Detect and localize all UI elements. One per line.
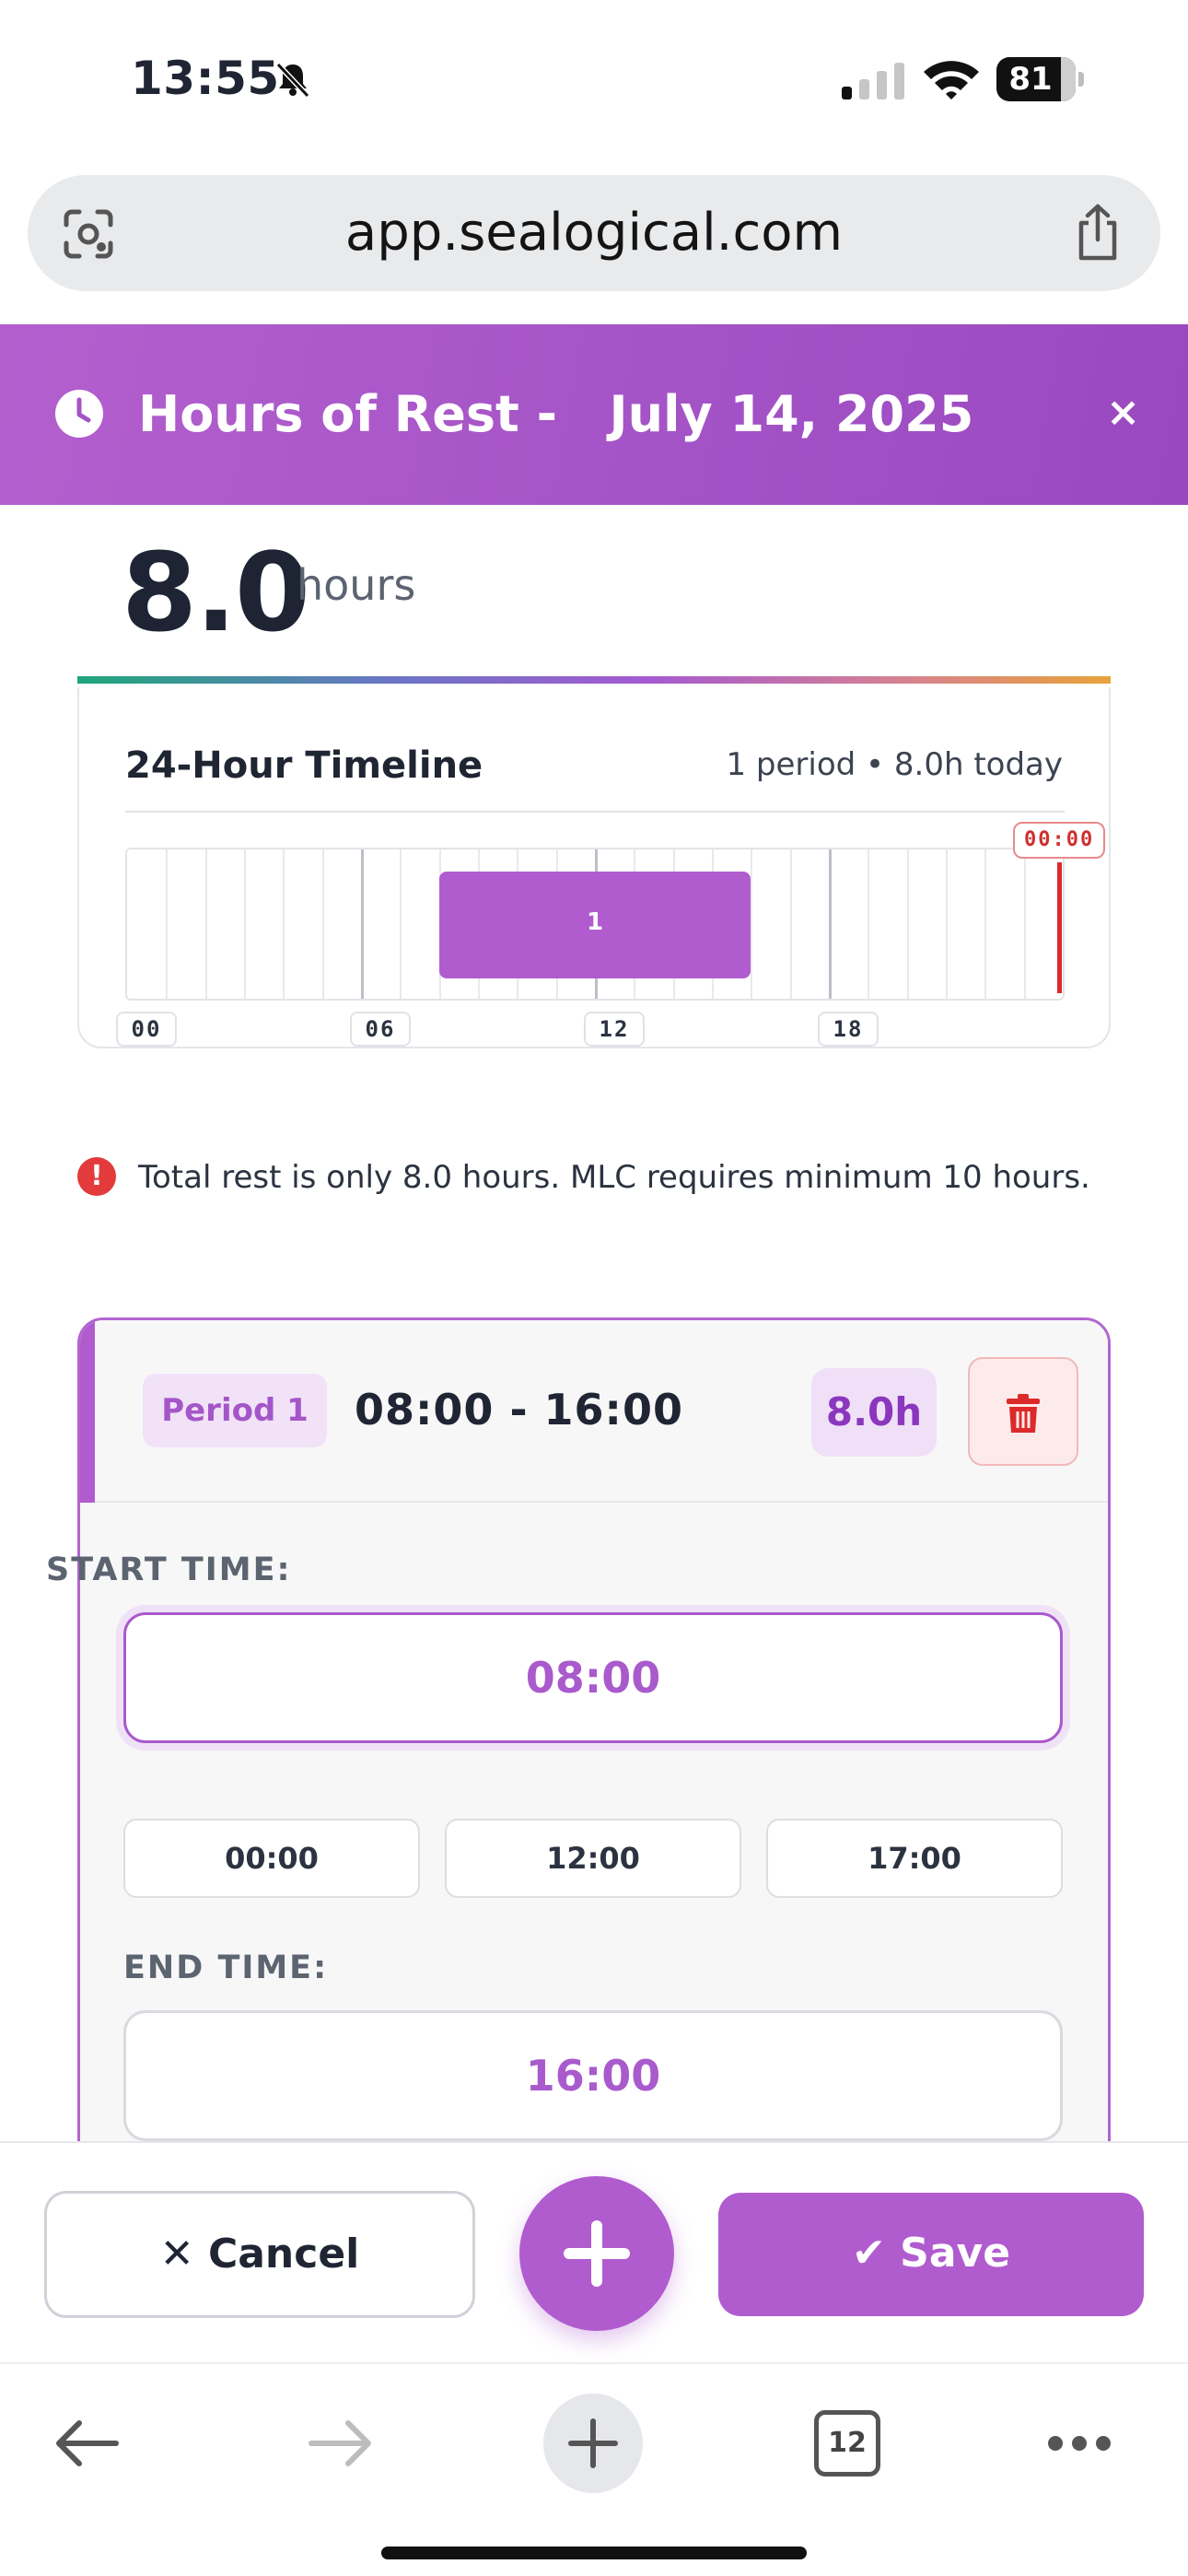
plus-icon [568, 2418, 618, 2468]
plus-icon [564, 2220, 630, 2287]
add-period-button[interactable] [519, 2176, 674, 2331]
warning-icon: ! [77, 1157, 116, 1196]
bell-muted-icon [275, 62, 310, 99]
timeline-divider [125, 811, 1065, 813]
start-time-input[interactable]: 08:00 [123, 1612, 1063, 1743]
current-time-indicator [1057, 862, 1062, 993]
home-indicator [381, 2547, 807, 2559]
timeline-title: 24-Hour Timeline [125, 744, 483, 787]
action-bar: ✕ Cancel ✔ Save [0, 2141, 1188, 2362]
status-bar: 13:55 81 [0, 0, 1188, 161]
rest-period-block[interactable]: 1 [438, 872, 751, 978]
trash-icon [1007, 1394, 1040, 1433]
new-tab-button[interactable] [543, 2394, 643, 2493]
period-duration: 8.0h [811, 1368, 937, 1457]
hour-gridline [906, 849, 909, 999]
save-button-label: Save [900, 2230, 1011, 2277]
hour-tick-label: 18 [818, 1012, 879, 1047]
hour-gridline [868, 849, 870, 999]
hour-gridline [321, 849, 324, 999]
forward-arrow-icon[interactable] [306, 2416, 376, 2471]
rest-period-block-label: 1 [586, 908, 604, 936]
cellular-signal-icon [842, 63, 904, 100]
hour-gridline [829, 849, 832, 999]
back-arrow-icon[interactable] [52, 2416, 122, 2471]
quick-time-button[interactable]: 12:00 [445, 1819, 741, 1898]
cancel-button[interactable]: ✕ Cancel [44, 2191, 475, 2318]
close-icon: ✕ [159, 2231, 208, 2277]
share-icon[interactable] [1072, 203, 1124, 262]
period-badge: Period 1 [143, 1374, 327, 1447]
hour-tick-label: 00 [116, 1012, 177, 1047]
more-icon[interactable] [1046, 2434, 1112, 2453]
period-accent [80, 1320, 95, 1503]
modal-header: Hours of Rest - July 14, 2025 × [0, 324, 1188, 505]
battery-percent: 81 [1008, 61, 1053, 98]
delete-period-button[interactable] [968, 1357, 1078, 1466]
url-bar[interactable]: app.sealogical.com [28, 175, 1160, 291]
end-time-label: END TIME: [123, 1950, 329, 1986]
quick-time-button[interactable]: 00:00 [123, 1819, 420, 1898]
warning-message: Total rest is only 8.0 hours. MLC requir… [138, 1159, 1090, 1196]
status-time: 13:55 [131, 52, 280, 105]
hour-gridline [946, 849, 948, 999]
checkmark-icon: ✔ [851, 2230, 901, 2277]
start-time-label: START TIME: [46, 1551, 292, 1588]
hour-tick-label: 06 [350, 1012, 411, 1047]
timeline-summary: 1 period • 8.0h today [726, 746, 1063, 783]
hour-gridline [751, 849, 753, 999]
clock-icon [55, 390, 103, 438]
total-rest-value: 8.0 [122, 529, 310, 656]
hour-gridline [1023, 849, 1026, 999]
period-range: 08:00 - 16:00 [355, 1385, 683, 1434]
hour-gridline [204, 849, 207, 999]
hour-gridline [283, 849, 285, 999]
cancel-button-label: Cancel [207, 2231, 360, 2277]
close-button[interactable]: × [1106, 389, 1140, 436]
save-button[interactable]: ✔ Save [718, 2193, 1144, 2316]
gradient-divider [77, 676, 1111, 684]
battery-icon: 81 [996, 57, 1084, 101]
hour-gridline [400, 849, 402, 999]
page-title: Hours of Rest - July 14, 2025 [138, 385, 974, 443]
period-header[interactable]: Period 1 08:00 - 16:00 8.0h [95, 1320, 1108, 1503]
hour-gridline [361, 849, 364, 999]
end-time-input[interactable]: 16:00 [123, 2010, 1063, 2141]
url-text[interactable]: app.sealogical.com [28, 203, 1160, 263]
wifi-icon [924, 61, 979, 100]
total-rest-unit: hours [297, 560, 416, 610]
hour-gridline [984, 849, 987, 999]
quick-time-button[interactable]: 17:00 [766, 1819, 1063, 1898]
timeline-card: 24-Hour Timeline 1 period • 8.0h today 1… [77, 687, 1111, 1048]
hour-gridline [244, 849, 246, 999]
browser-toolbar: 12 [0, 2362, 1188, 2576]
timeline-track[interactable]: 1 00:00 [125, 822, 1106, 1001]
hour-gridline [789, 849, 792, 999]
hour-gridline [166, 849, 169, 999]
hour-tick-label: 12 [584, 1012, 645, 1047]
tabs-button[interactable]: 12 [814, 2410, 880, 2476]
current-time-badge: 00:00 [1013, 822, 1106, 859]
